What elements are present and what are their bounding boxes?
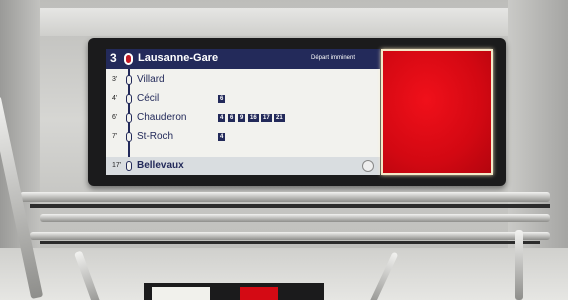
final-stop-name: Bellevaux (137, 160, 184, 171)
handrail (40, 214, 550, 222)
stop-name: Cécil (137, 93, 160, 104)
rear-info-monitor (144, 283, 324, 300)
destination-header: 3 Lausanne-Gare Départ imminent (106, 49, 380, 69)
stop-row: 6' Chauderon 4 6 9 16 17 21 (106, 109, 380, 127)
stop-marker-icon (126, 75, 132, 85)
stop-name: Chauderon (137, 112, 187, 123)
connection-badge: 21 (274, 114, 285, 122)
stop-row: 7' St-Roch 4 (106, 128, 380, 146)
connection-badge: 9 (238, 114, 246, 122)
connection-badge: 4 (218, 133, 226, 141)
connection-badge: 16 (248, 114, 259, 122)
stop-name: St-Roch (137, 131, 174, 142)
vertical-pole (515, 230, 523, 300)
ceiling-light-panel (30, 8, 550, 36)
stop-row: 3' Villard (106, 71, 380, 89)
stop-marker-icon (126, 113, 132, 123)
stop-name: Villard (137, 74, 165, 85)
stop-row: 4' Cécil 6 (106, 90, 380, 108)
departure-status: Départ imminent (311, 55, 356, 61)
connection-badge: 17 (261, 114, 272, 122)
stop-time: 6' (112, 114, 118, 121)
final-stop-bar: 17' Bellevaux (106, 157, 380, 175)
route-display-screen: 3 Lausanne-Gare Départ imminent 3' Villa… (106, 49, 380, 175)
destination-name: Lausanne-Gare (138, 52, 219, 64)
stop-marker-icon (126, 94, 132, 104)
final-stop-time: 17' (112, 162, 122, 169)
stop-time: 4' (112, 95, 118, 102)
connection-badge: 4 (218, 114, 226, 122)
line-number: 3 (110, 51, 117, 65)
stop-time: 3' (112, 76, 118, 83)
final-stop-marker-icon (126, 161, 132, 171)
rail-shadow (40, 241, 540, 244)
rear-ad-screen (240, 287, 278, 300)
bus-interior-photo: 3 Lausanne-Gare Départ imminent 3' Villa… (0, 0, 568, 300)
handrail (30, 232, 550, 240)
handrail (20, 192, 550, 202)
passenger-info-monitor: 3 Lausanne-Gare Départ imminent 3' Villa… (88, 38, 506, 186)
destination-stop-icon (124, 53, 133, 65)
stop-time: 7' (112, 133, 118, 140)
stop-marker-icon (126, 132, 132, 142)
connection-badge: 6 (218, 95, 226, 103)
rail-shadow (30, 204, 550, 208)
clock-icon (362, 160, 374, 172)
connection-badge: 6 (228, 114, 236, 122)
rear-route-screen (152, 287, 210, 300)
advertisement-panel (381, 49, 493, 175)
